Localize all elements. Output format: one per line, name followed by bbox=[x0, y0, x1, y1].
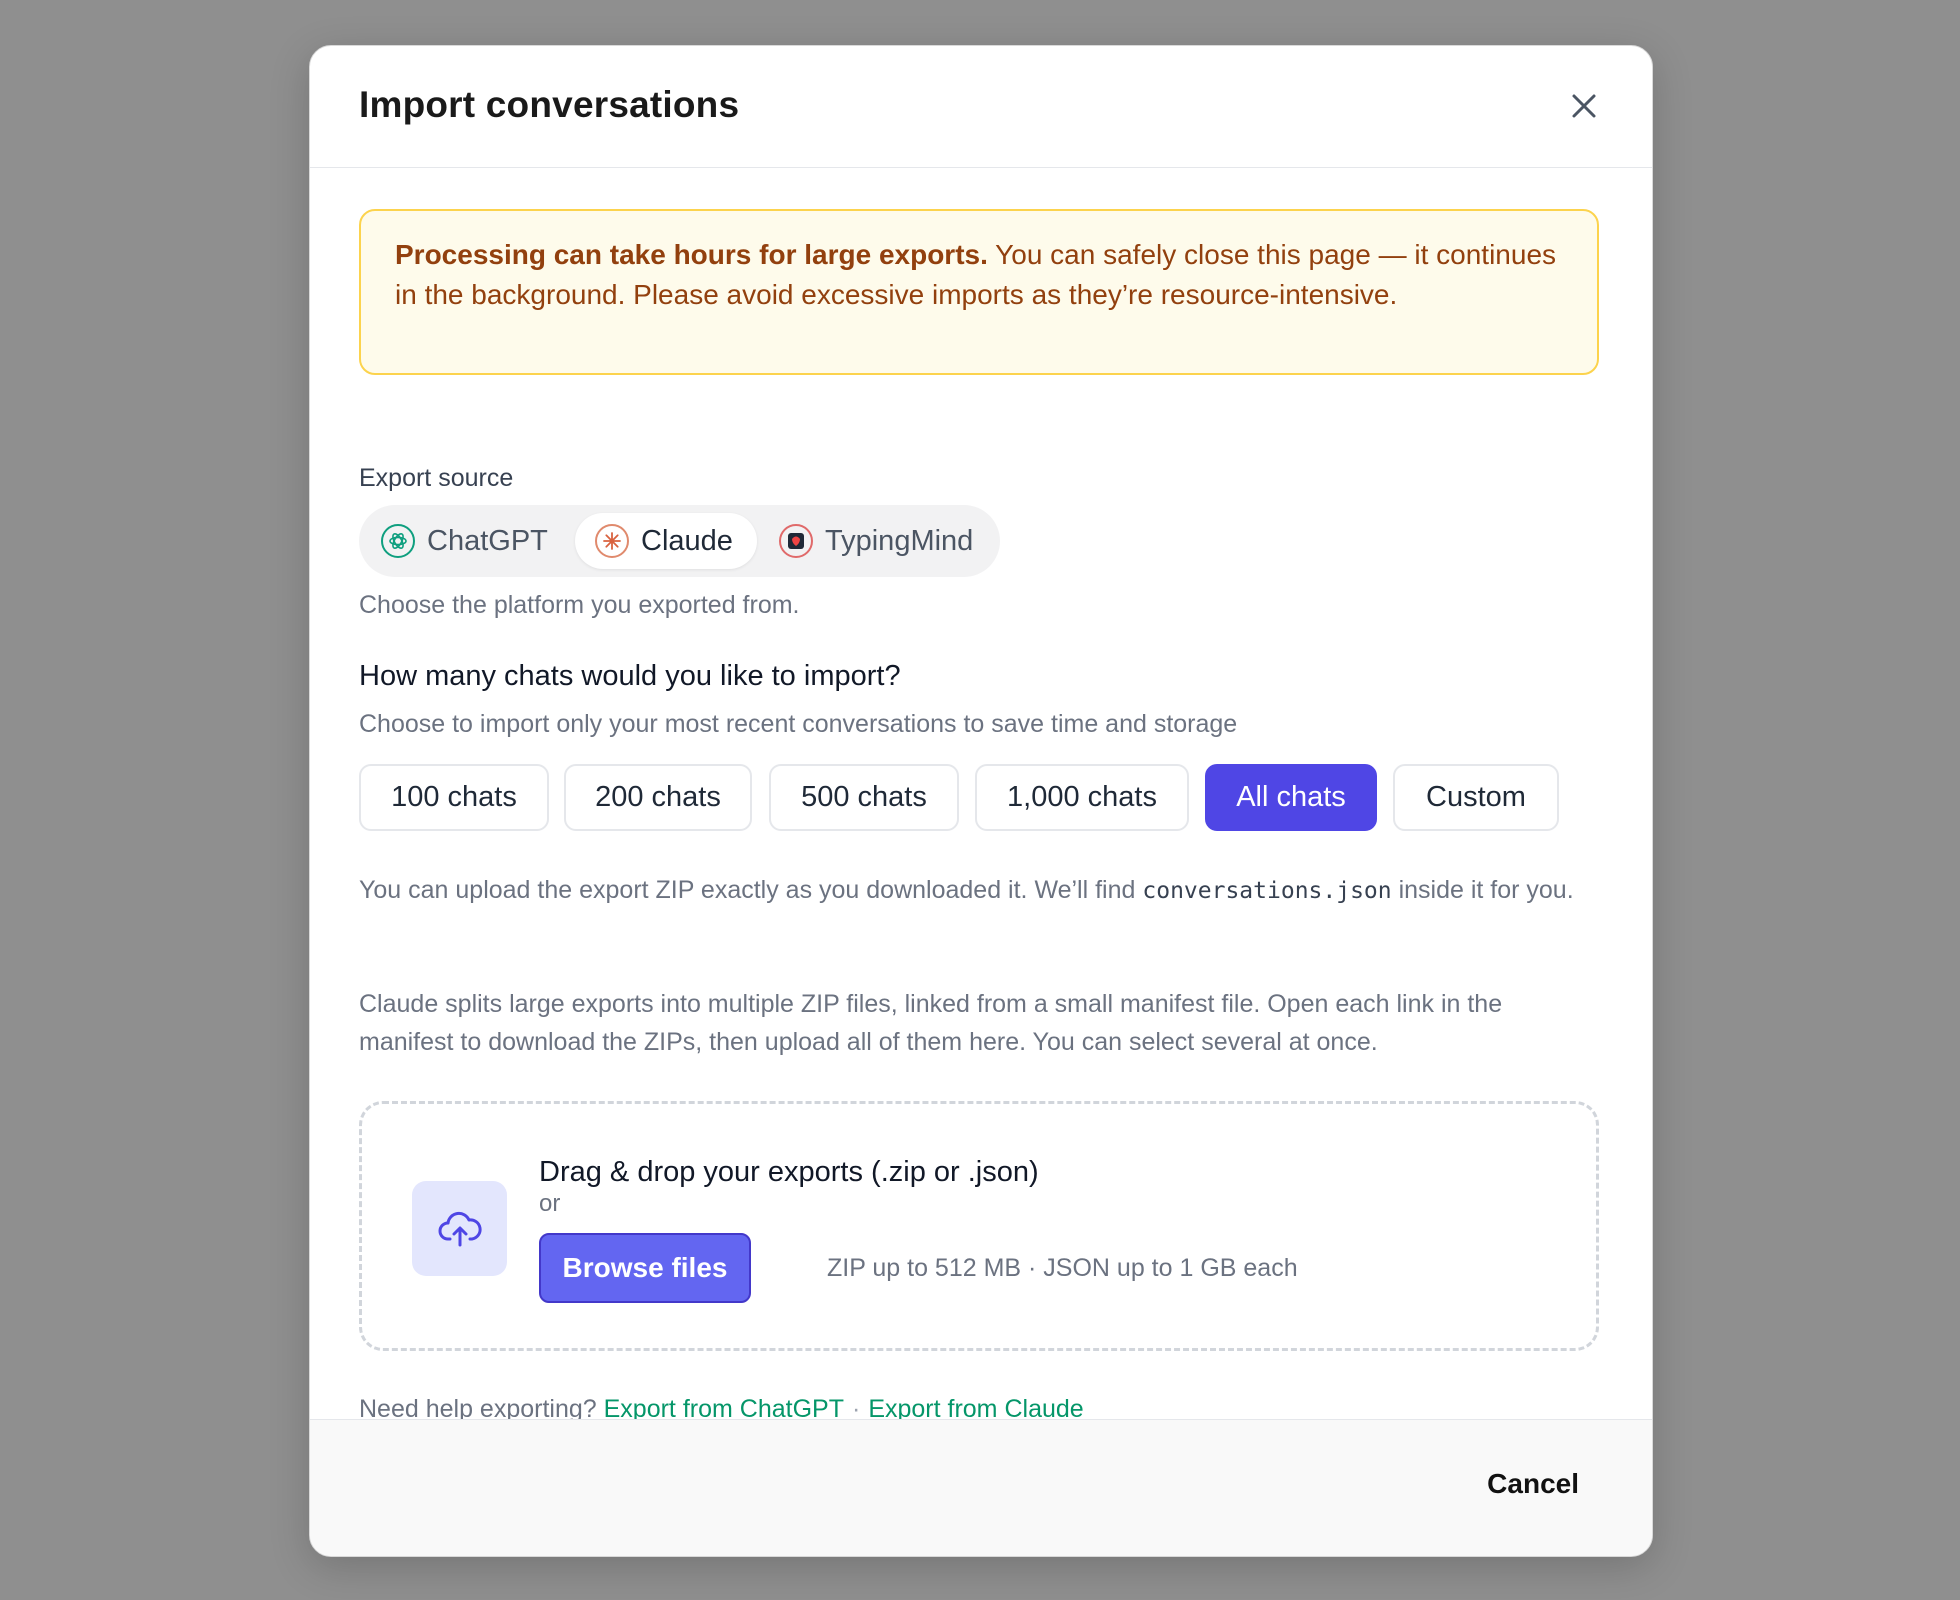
zip-note-text: You can upload the export ZIP exactly as… bbox=[359, 876, 1143, 904]
claude-split-note: Claude splits large exports into multipl… bbox=[359, 990, 1503, 1056]
chatgpt-icon bbox=[381, 524, 415, 558]
close-icon bbox=[1572, 94, 1596, 118]
dialog-title: Import conversations bbox=[359, 84, 740, 125]
browse-files-button[interactable]: Browse files bbox=[539, 1233, 751, 1303]
export-source-selector: ChatGPT Claude TypingMind bbox=[359, 505, 1000, 577]
claude-icon bbox=[595, 524, 629, 558]
import-dialog: Import conversations Processing can take… bbox=[309, 45, 1653, 1557]
typingmind-icon bbox=[779, 524, 813, 558]
warning-banner: Processing can take hours for large expo… bbox=[359, 209, 1599, 375]
close-button[interactable] bbox=[1564, 86, 1604, 126]
chat-count-option-200[interactable]: 200 chats bbox=[564, 764, 752, 831]
chat-count-option-1000[interactable]: 1,000 chats bbox=[975, 764, 1189, 831]
export-source-hint: Choose the platform you exported from. bbox=[359, 591, 800, 619]
zip-note-text-end: inside it for you. bbox=[1391, 876, 1574, 904]
source-option-chatgpt[interactable]: ChatGPT bbox=[381, 513, 562, 569]
source-option-typingmind[interactable]: TypingMind bbox=[779, 513, 973, 569]
cloud-upload-icon bbox=[438, 1211, 482, 1246]
chat-count-subtitle: Choose to import only your most recent c… bbox=[359, 710, 1238, 738]
chat-count-option-500[interactable]: 500 chats bbox=[769, 764, 959, 831]
dropzone-or: or bbox=[539, 1190, 561, 1217]
source-option-claude[interactable]: Claude bbox=[575, 513, 757, 569]
chat-count-heading: How many chats would you like to import? bbox=[359, 660, 901, 692]
source-option-label: ChatGPT bbox=[427, 524, 548, 557]
zip-upload-note: You can upload the export ZIP exactly as… bbox=[359, 872, 1599, 910]
dropzone-title: Drag & drop your exports (.zip or .json) bbox=[539, 1156, 1039, 1188]
conversations-json-filename: conversations.json bbox=[1142, 878, 1392, 904]
warning-bold-text: Processing can take hours for large expo… bbox=[395, 239, 988, 270]
source-option-label: Claude bbox=[641, 524, 733, 557]
dialog-footer: Cancel bbox=[310, 1419, 1652, 1556]
upload-tile bbox=[412, 1181, 507, 1276]
source-option-label: TypingMind bbox=[825, 524, 974, 557]
chat-count-option-custom[interactable]: Custom bbox=[1393, 764, 1559, 831]
cancel-button[interactable]: Cancel bbox=[1487, 1468, 1579, 1500]
chat-count-option-100[interactable]: 100 chats bbox=[359, 764, 549, 831]
dialog-header: Import conversations bbox=[310, 46, 1652, 168]
file-size-limits: ZIP up to 512 MB · JSON up to 1 GB each bbox=[827, 1254, 1298, 1282]
export-source-label: Export source bbox=[359, 464, 514, 492]
file-dropzone[interactable]: Drag & drop your exports (.zip or .json)… bbox=[359, 1101, 1599, 1351]
chat-count-option-all[interactable]: All chats bbox=[1205, 764, 1377, 831]
